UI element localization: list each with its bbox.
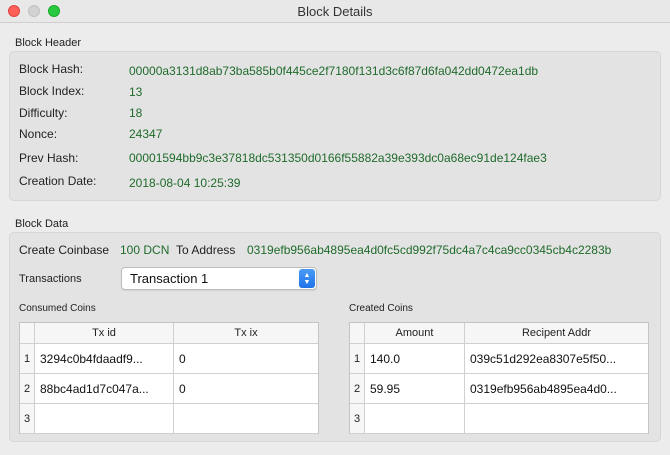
table-cell[interactable]: 0319efb956ab4895ea4d0... — [465, 374, 648, 404]
transactions-label: Transactions — [19, 273, 82, 285]
creation-date-label: Creation Date: — [19, 174, 97, 188]
table-cell[interactable]: 0 — [174, 374, 318, 404]
column-header-tx-ix[interactable]: Tx ix — [174, 323, 318, 344]
to-address-value: 0319efb956ab4895ea4d0fc5cd992f75dc4a7c4c… — [247, 243, 612, 257]
row-number[interactable]: 1 — [20, 344, 35, 374]
nonce-label: Nonce: — [19, 127, 58, 141]
row-number[interactable]: 1 — [350, 344, 365, 374]
to-address-label: To Address — [176, 243, 236, 257]
block-index-label: Block Index: — [19, 84, 85, 98]
created-coins-label: Created Coins — [349, 303, 413, 314]
row-number[interactable]: 3 — [350, 404, 365, 434]
table-cell[interactable] — [174, 404, 318, 434]
block-hash-value: 00000a3131d8ab73ba585b0f445ce2f7180f131d… — [129, 64, 539, 78]
block-index-value: 13 — [129, 85, 143, 99]
table-cell[interactable]: 0 — [174, 344, 318, 374]
difficulty-value: 18 — [129, 106, 143, 120]
table-cell[interactable]: 039c51d292ea8307e5f50... — [465, 344, 648, 374]
row-number[interactable]: 3 — [20, 404, 35, 434]
block-header-title: Block Header — [15, 37, 82, 49]
column-header-tx-id[interactable]: Tx id — [35, 323, 174, 344]
transactions-select-value: Transaction 1 — [130, 271, 209, 286]
table-corner — [350, 323, 365, 344]
creation-date-value: 2018-08-04 10:25:39 — [129, 176, 241, 190]
window-title: Block Details — [297, 4, 373, 19]
row-number[interactable]: 2 — [20, 374, 35, 404]
table-corner — [20, 323, 35, 344]
difficulty-label: Difficulty: — [19, 106, 68, 120]
block-hash-label: Block Hash: — [19, 62, 84, 76]
transactions-select[interactable]: Transaction 1 ▲ ▼ — [121, 267, 317, 290]
consumed-coins-label: Consumed Coins — [19, 303, 96, 314]
create-coinbase-label: Create Coinbase — [19, 243, 110, 257]
table-cell[interactable] — [365, 404, 465, 434]
table-cell[interactable]: 140.0 — [365, 344, 465, 374]
row-number[interactable]: 2 — [350, 374, 365, 404]
created-coins-table[interactable]: Amount Recipent Addr 1 140.0 039c51d292e… — [349, 322, 649, 434]
table-cell[interactable]: 3294c0b4fdaadf9... — [35, 344, 174, 374]
table-cell[interactable] — [465, 404, 648, 434]
consumed-coins-table[interactable]: Tx id Tx ix 1 3294c0b4fdaadf9... 0 2 88b… — [19, 322, 319, 434]
chevron-up-down-icon[interactable]: ▲ ▼ — [299, 269, 315, 288]
prev-hash-label: Prev Hash: — [19, 151, 79, 165]
prev-hash-value: 00001594bb9c3e37818dc531350d0166f55882a3… — [129, 151, 547, 165]
column-header-recipient-addr[interactable]: Recipent Addr — [465, 323, 648, 344]
table-cell[interactable]: 59.95 — [365, 374, 465, 404]
coinbase-amount-value: 100 DCN — [120, 243, 170, 257]
table-cell[interactable]: 88bc4ad1d7c047a... — [35, 374, 174, 404]
nonce-value: 24347 — [129, 127, 163, 141]
table-cell[interactable] — [35, 404, 174, 434]
block-data-title: Block Data — [15, 218, 69, 230]
title-bar: Block Details — [0, 0, 670, 23]
column-header-amount[interactable]: Amount — [365, 323, 465, 344]
